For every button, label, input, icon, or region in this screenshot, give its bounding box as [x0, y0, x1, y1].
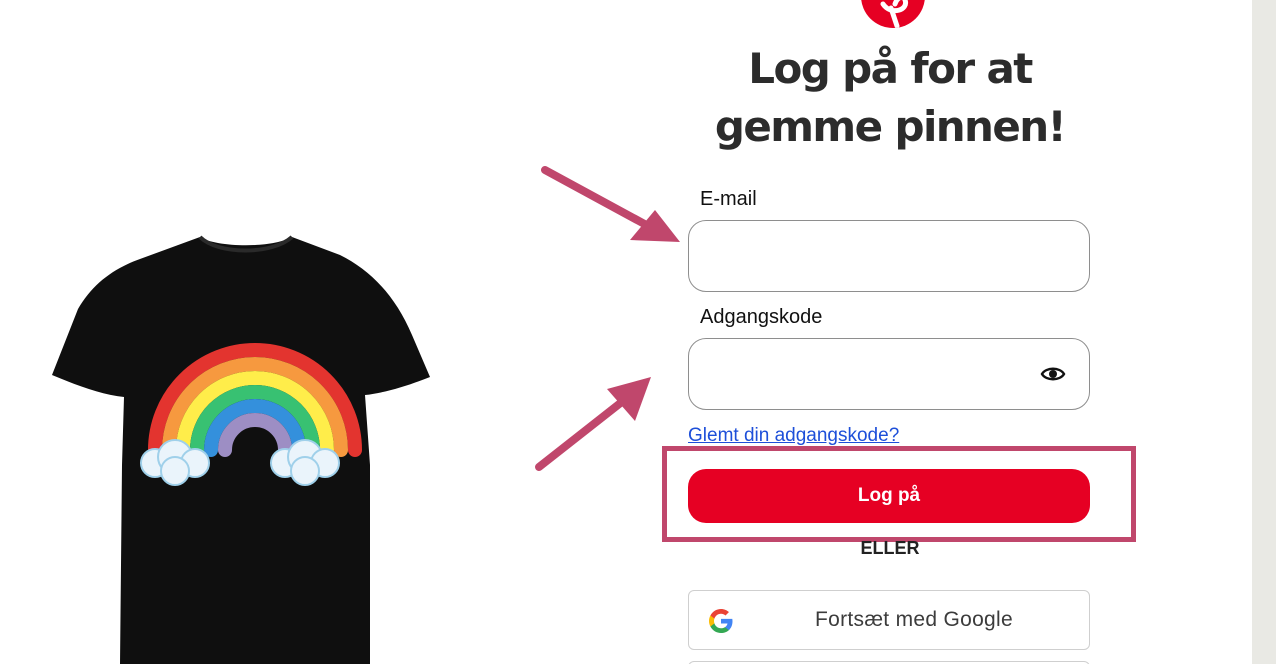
or-divider: ELLER	[860, 538, 920, 558]
annotation-arrow-password	[535, 377, 651, 471]
password-field[interactable]	[688, 338, 1090, 410]
heading-line-2: gemme pinnen!	[714, 102, 1067, 151]
google-login-button[interactable]: Fortsæt med Google	[688, 590, 1090, 650]
pin-image-tshirt	[52, 235, 430, 664]
google-g-icon	[709, 609, 733, 633]
eye-icon[interactable]	[1040, 361, 1066, 387]
forgot-password-link[interactable]: Glemt din adgangskode?	[688, 425, 899, 447]
pinterest-p-icon	[880, 0, 909, 28]
page-scroll-gutter	[1252, 0, 1276, 664]
pinterest-logo	[861, 0, 925, 28]
login-button[interactable]: Log på	[688, 469, 1090, 523]
heading-line-1: Log på for at	[748, 44, 1033, 93]
email-field[interactable]	[688, 220, 1090, 292]
email-label: E-mail	[700, 188, 757, 210]
password-label: Adgangskode	[700, 306, 823, 328]
annotation-arrow-email	[541, 166, 680, 242]
google-login-label: Fortsæt med Google	[815, 608, 1013, 631]
login-heading: Log på for at gemme pinnen!	[690, 40, 1090, 156]
